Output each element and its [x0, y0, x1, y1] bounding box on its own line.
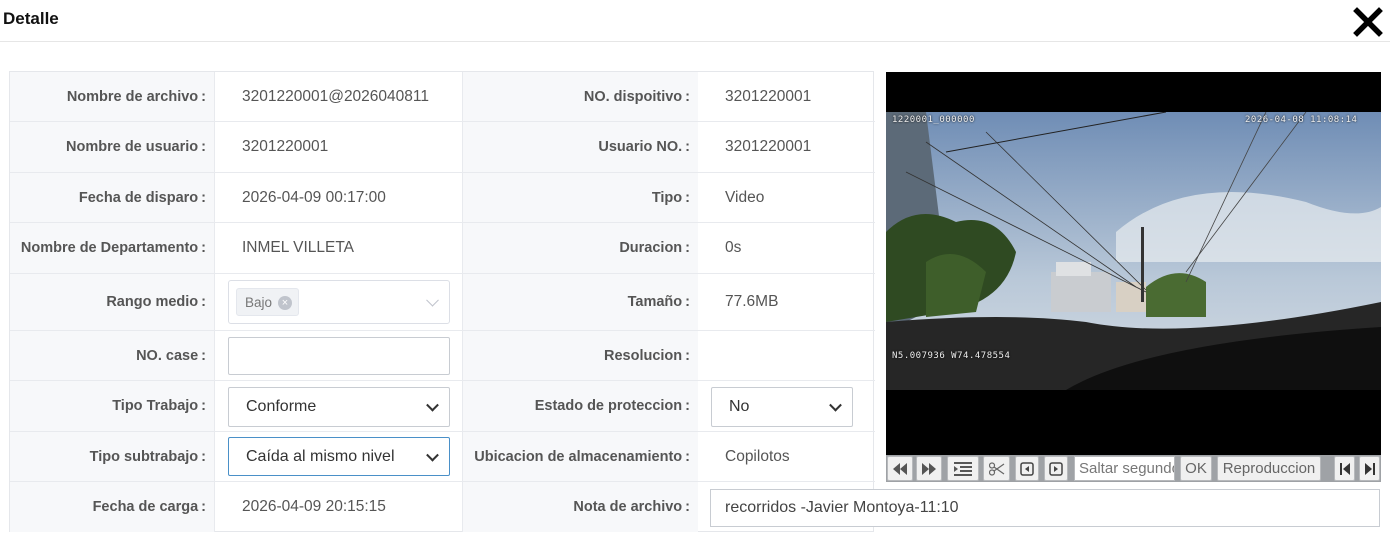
label-size: Tamaño: — [462, 274, 698, 330]
table-row: Fecha de disparo: 2026-04-09 00:17:00 Ti… — [10, 173, 875, 223]
label-resolution: Resolucion: — [462, 331, 698, 380]
step-forward-icon[interactable] — [1044, 456, 1068, 481]
table-row: Nombre de archivo: 3201220001@2026040811… — [10, 72, 875, 122]
label-file-note: Nota de archivo: — [462, 482, 698, 532]
range-tag: Bajo × — [236, 288, 299, 316]
list-indent-icon[interactable] — [947, 456, 979, 481]
skip-start-icon[interactable] — [1334, 456, 1355, 481]
rewind-icon[interactable] — [887, 456, 913, 481]
seek-seconds-input[interactable]: Saltar segundos — [1074, 456, 1175, 481]
label-case-no: NO. case: — [10, 331, 215, 380]
dialog-title: Detalle — [3, 9, 59, 28]
label-type: Tipo: — [462, 173, 698, 222]
label-user-name: Nombre de usuario: — [10, 122, 215, 172]
device-no-value: 3201220001 — [725, 87, 812, 105]
upload-date-value: 2026-04-09 20:15:15 — [242, 498, 386, 515]
label-user-no: Usuario NO.: — [462, 122, 698, 172]
chevron-down-icon — [426, 448, 439, 462]
label-work-type: Tipo Trabajo: — [10, 381, 215, 431]
fast-forward-icon[interactable] — [916, 456, 942, 481]
trigger-date-value: 2026-04-09 00:17:00 — [242, 188, 386, 206]
table-row: Nombre de Departamento: INMEL VILLETA Du… — [10, 223, 875, 274]
subwork-type-select[interactable]: Caída al mismo nivel — [228, 437, 450, 476]
label-department: Nombre de Departamento: — [10, 223, 215, 273]
label-protection: Estado de proteccion: — [462, 381, 698, 431]
resolution-value — [725, 331, 875, 380]
department-value: INMEL VILLETA — [242, 239, 354, 256]
chevron-down-icon — [426, 293, 439, 307]
table-row: NO. case: Resolucion: — [10, 331, 875, 381]
case-no-input[interactable] — [228, 337, 450, 375]
storage-value: Copilotos — [725, 447, 790, 465]
dialog-header: Detalle — [0, 0, 1390, 42]
range-select[interactable]: Bajo × — [228, 280, 450, 324]
scissors-icon[interactable] — [983, 456, 1010, 481]
label-trigger-date: Fecha de disparo: — [10, 173, 215, 222]
label-file-name: Nombre de archivo: — [10, 72, 215, 121]
osd-timestamp: 2026-04-08 11:08:14 — [1245, 115, 1358, 125]
tag-remove-icon[interactable]: × — [278, 296, 292, 310]
label-subwork-type: Tipo subtrabajo: — [10, 432, 215, 481]
label-storage: Ubicacion de almacenamiento: — [462, 432, 698, 481]
table-row: Tipo subtrabajo: Caída al mismo nivel Ub… — [10, 432, 875, 482]
work-type-select[interactable]: Conforme — [228, 387, 450, 427]
size-value: 77.6MB — [725, 293, 779, 310]
detail-table: Nombre de archivo: 3201220001@2026040811… — [9, 71, 875, 532]
table-row: Rango medio: Bajo × Tamaño: 77.6MB — [10, 274, 875, 331]
user-no-value: 3201220001 — [725, 138, 812, 155]
protection-select[interactable]: No — [711, 387, 853, 427]
player-controls: Saltar segundos OK Reproduccion — [886, 455, 1381, 482]
file-note-input[interactable]: recorridos -Javier Montoya-11:10 — [710, 489, 1380, 527]
close-icon[interactable] — [1352, 6, 1384, 38]
user-name-value: 3201220001 — [242, 138, 329, 155]
duration-value: 0s — [725, 239, 742, 256]
video-frame — [886, 112, 1381, 390]
osd-device-id: 1220001_000000 — [892, 115, 975, 125]
label-upload-date: Fecha de carga: — [10, 482, 215, 532]
type-value: Video — [725, 188, 765, 206]
table-row: Nombre de usuario: 3201220001 Usuario NO… — [10, 122, 875, 173]
chevron-down-icon — [829, 398, 842, 412]
chevron-down-icon — [426, 398, 439, 412]
range-tag-label: Bajo — [245, 294, 273, 310]
protection-value: No — [729, 398, 750, 415]
skip-end-icon[interactable] — [1359, 456, 1380, 481]
video-player[interactable]: 1220001_000000 2026-04-08 11:08:14 N5.00… — [886, 72, 1381, 482]
label-range: Rango medio: — [10, 274, 215, 330]
label-duration: Duracion: — [462, 223, 698, 273]
label-device-no: NO. dispoitivo: — [462, 72, 698, 121]
table-row: Tipo Trabajo: Conforme Estado de protecc… — [10, 381, 875, 432]
ok-button[interactable]: OK — [1180, 456, 1212, 481]
subwork-type-value: Caída al mismo nivel — [246, 447, 395, 465]
step-back-icon[interactable] — [1015, 456, 1039, 481]
work-type-value: Conforme — [246, 398, 317, 415]
file-name-value: 3201220001@2026040811 — [242, 87, 429, 105]
osd-gps: N5.007936 W74.478554 — [892, 351, 1011, 361]
playback-button[interactable]: Reproduccion — [1217, 456, 1321, 481]
